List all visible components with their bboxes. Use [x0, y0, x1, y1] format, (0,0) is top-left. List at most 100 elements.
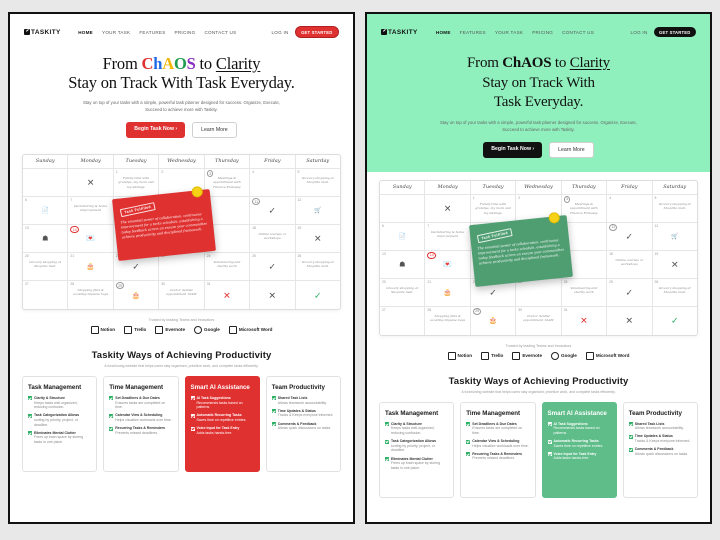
calendar-day-cell[interactable]: 11 ✓	[250, 196, 296, 225]
calendar-day-cell[interactable]: 23	[516, 278, 562, 307]
calendar-day-cell[interactable]: 13 ☗	[23, 224, 69, 253]
learn-more-button[interactable]: Learn More	[549, 141, 594, 158]
calendar-day-cell[interactable]	[23, 168, 69, 197]
calendar-day-cell[interactable]: 5 Grocery shopping at Shoprite mall.	[295, 169, 340, 197]
calendar-day-cell[interactable]: 24 Volunteering and charity work	[561, 278, 608, 307]
feature-text: Recurring Tasks & Reminders Prevents miss…	[472, 452, 522, 461]
hero-section: From ChAOS to Clarity Stay on Track With …	[14, 44, 349, 146]
calendar-day-cell[interactable]: 3 Meetings & appointment with Finance Emb…	[204, 168, 251, 197]
calendar-day-cell[interactable]	[380, 194, 426, 223]
calendar-day-cell[interactable]: ✕	[250, 280, 296, 309]
check-icon: ✓	[625, 287, 634, 298]
nav-link-pricing[interactable]: PRICING	[175, 30, 196, 35]
calendar-day-cell[interactable]: 20 Grocery shopping at Shoprite mall.	[23, 252, 69, 281]
calendar-day-cell[interactable]: 12 🛒	[295, 197, 340, 225]
calendar-day-cell[interactable]: 28 Shopping flats & avoiding impulse buys	[68, 280, 114, 309]
get-started-button[interactable]: GET STARTED	[294, 25, 339, 39]
calendar-day-cell[interactable]: ✓	[653, 307, 697, 335]
feature-item: AI Task Suggestions Recommends tasks base…	[547, 422, 611, 436]
page-scroll-red[interactable]: TASKITY HOME YOUR TASK FEATURES PRICING CONTA…	[10, 14, 353, 522]
calendar-day-cell[interactable]: 11 ✓	[607, 222, 653, 251]
calendar-day-cell[interactable]: 24 Volunteering and charity work	[204, 252, 251, 281]
login-link[interactable]: LOG IN	[630, 30, 647, 35]
calendar-day-cell[interactable]: 29 🎂	[114, 280, 160, 309]
chaos-letter: A	[521, 55, 532, 71]
calendar-day-cell[interactable]: 19 ✕	[295, 225, 340, 253]
feature-card[interactable]: Smart AI Assistance AI Task Suggestions Re…	[541, 401, 617, 498]
calendar-day-cell[interactable]: 14 💌	[68, 224, 114, 253]
feature-card[interactable]: Team Productivity Shared Task Lists Allows…	[622, 401, 698, 498]
calendar-day-cell[interactable]: 13 ☗	[380, 250, 426, 279]
page-scroll-green[interactable]: TASKITY HOME FEATURES YOUR TASK PRICING CONTA…	[367, 14, 710, 522]
calendar-day-cell[interactable]: 14 💌	[425, 250, 471, 279]
calendar-day-cell[interactable]: 3 Meetings & appointment with Finance Emb…	[561, 194, 608, 223]
calendar-day-cell[interactable]: 28 Shopping flats & avoiding impulse buys	[425, 306, 471, 335]
calendar-day-cell[interactable]: 18 Online courses or workshops	[607, 250, 653, 279]
feature-card-title: Task Management	[28, 383, 82, 391]
nav-link-home[interactable]: HOME	[78, 30, 93, 35]
nav-link-features[interactable]: FEATURES	[139, 30, 165, 35]
calendar-day-cell[interactable]: 31 ✕	[562, 306, 608, 335]
nav-link-your-task[interactable]: YOUR TASK	[495, 30, 523, 35]
login-link[interactable]: LOG IN	[271, 30, 288, 35]
calendar-day-cell[interactable]: ✕	[68, 168, 114, 197]
feature-card-title: Team Productivity	[628, 409, 682, 417]
feature-desc: Frees up brain space by storing tasks in…	[34, 435, 84, 445]
calendar-day-number: 25	[609, 279, 613, 284]
calendar-day-cell[interactable]: ✕	[607, 306, 653, 335]
calendar-day-cell[interactable]: 1 Family time with grandpa, my mom and my…	[470, 194, 517, 223]
calendar-day-cell[interactable]: 7 Decluttering & home improvement	[425, 222, 471, 251]
calendar-day-cell[interactable]: ✕	[425, 194, 471, 223]
calendar-day-cell[interactable]: 31 ✕	[205, 280, 251, 309]
nav-link-your-task[interactable]: YOUR TASK	[102, 30, 130, 35]
calendar-day-cell[interactable]: 30 Doctor dentist appointment 10AM	[159, 280, 205, 309]
calendar-day-cell[interactable]: 27	[380, 306, 426, 335]
feature-card[interactable]: Time Management Set Deadlines & Due Dates…	[460, 401, 536, 498]
calendar-day-cell[interactable]: 26 Grocery shopping at Shoprite mall.	[652, 279, 697, 307]
calendar-day-cell[interactable]: 19 ✕	[652, 251, 697, 279]
get-started-button[interactable]: GET STARTED	[653, 26, 696, 38]
calendar-day-cell[interactable]: 25 ✓	[250, 252, 296, 281]
nav-link-contact-us[interactable]: CONTACT US	[562, 30, 594, 35]
calendar-day-cell[interactable]: 20 Grocery shopping at Shoprite mall.	[380, 278, 426, 307]
nav-link-features[interactable]: FEATURES	[460, 30, 486, 35]
calendar-day-cell[interactable]: 4	[607, 194, 653, 223]
calendar-day-cell[interactable]: 6 📄	[23, 196, 69, 225]
learn-more-button[interactable]: Learn More	[192, 121, 237, 138]
calendar-day-cell[interactable]: 30 Doctor dentist appointment 10AM	[516, 306, 562, 335]
feature-desc: Saves time on repetitive entries.	[553, 443, 604, 448]
calendar-day-cell[interactable]: 6 📄	[380, 222, 426, 251]
nav-link-home[interactable]: HOME	[436, 30, 451, 35]
nav-link-contact-us[interactable]: CONTACT US	[204, 30, 236, 35]
nav-link-pricing[interactable]: PRICING	[532, 30, 553, 35]
sticky-note[interactable]: Task Fulfilled The essential power of col…	[469, 211, 573, 287]
logo[interactable]: TASKITY	[24, 29, 61, 36]
calendar-day-cell[interactable]: ✓	[296, 281, 340, 309]
trusted-by-section: Trusted by leading Teams and Innovators N…	[367, 336, 710, 364]
feature-item: Time Updates & Status Tracks & Keeps ever…	[271, 409, 335, 418]
calendar-day-cell[interactable]: 18 Online courses or workshops	[250, 224, 296, 253]
calendar-day-cell[interactable]: 12 🛒	[652, 223, 697, 251]
check-icon	[28, 431, 32, 436]
calendar-day-cell[interactable]: 1 Family time with grandpa, my mom and my…	[113, 168, 160, 197]
feature-card[interactable]: Smart AI Assistance AI Task Suggestions Re…	[184, 375, 260, 472]
calendar-day-cell[interactable]: 7 Decluttering & home improvement	[68, 196, 114, 225]
begin-task-button[interactable]: Begin Task Now ›	[126, 121, 186, 138]
logo[interactable]: TASKITY	[381, 29, 418, 36]
feature-card[interactable]: Team Productivity Shared Task Lists Allows…	[265, 375, 341, 472]
feature-card[interactable]: Time Management Set Deadlines & Due Dates…	[103, 375, 179, 472]
calendar-day-cell[interactable]: 27	[23, 280, 69, 309]
sticky-note[interactable]: Task Fulfilled The essential power of col…	[112, 185, 216, 261]
calendar-day-cell[interactable]: 26 Grocery shopping at Shoprite mall.	[295, 253, 340, 281]
calendar-day-cell[interactable]: 5 Grocery shopping at Shoprite mall.	[652, 195, 697, 223]
calendar-day-cell[interactable]: 21 🎂	[425, 278, 471, 307]
calendar-day-cell[interactable]: 21 🎂	[68, 252, 114, 281]
calendar-day-cell[interactable]: 23	[159, 252, 205, 281]
feature-card[interactable]: Task Management Clarity & Structure Keeps …	[22, 375, 98, 472]
feature-text: Comments & Feedback Allows quick discussi…	[278, 422, 331, 431]
calendar-day-cell[interactable]: 29 🎂	[471, 306, 517, 335]
begin-task-button[interactable]: Begin Task Now ›	[483, 141, 543, 158]
calendar-day-cell[interactable]: 25 ✓	[607, 278, 653, 307]
calendar-day-cell[interactable]: 4	[250, 168, 296, 197]
feature-card[interactable]: Task Management Clarity & Structure Keeps …	[379, 401, 455, 498]
